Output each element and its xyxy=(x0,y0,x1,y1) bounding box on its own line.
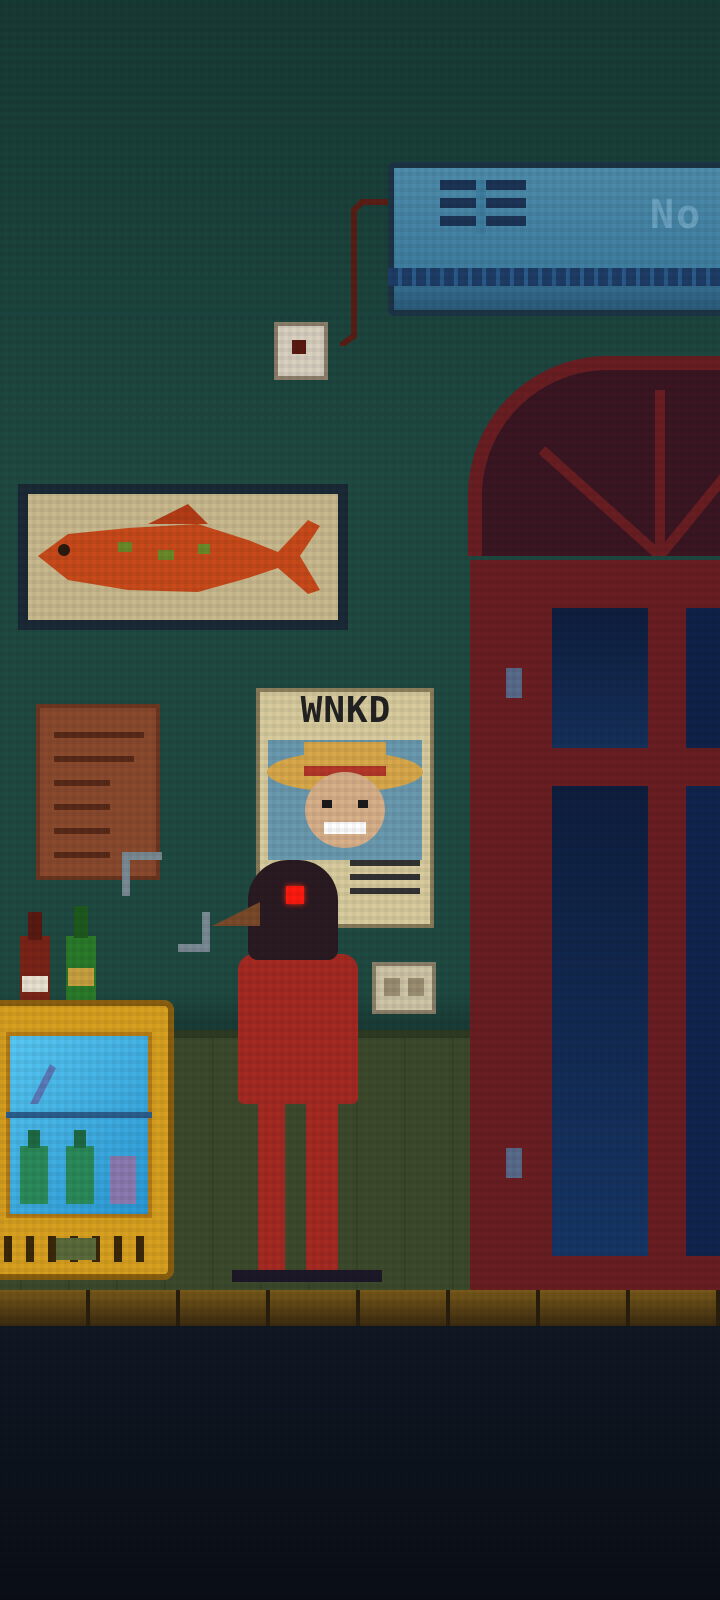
door-hinge xyxy=(506,668,522,698)
door-hinge xyxy=(506,1148,522,1178)
mannequin-stand-base xyxy=(232,1270,382,1282)
ac-vent-icon xyxy=(440,180,526,234)
floor-tiles xyxy=(0,1290,720,1326)
door-arch xyxy=(468,356,720,556)
fridge-shelf xyxy=(6,1112,152,1118)
door-glass-panel xyxy=(686,608,720,748)
door-glass-panel xyxy=(686,786,720,1256)
door-glass-panel xyxy=(552,786,648,1256)
bottle-icon xyxy=(30,1064,56,1104)
power-cable xyxy=(340,199,388,346)
wanted-poster-title: WNKD xyxy=(300,690,392,731)
figure-red-eye xyxy=(286,886,304,904)
wall-socket-icon[interactable] xyxy=(274,322,328,380)
ac-brand-label: No xyxy=(650,192,703,238)
figure-legs xyxy=(258,1100,338,1270)
door-glass-panel xyxy=(552,608,648,748)
bottle-icon xyxy=(20,1130,136,1204)
fish-painting-icon[interactable] xyxy=(18,484,348,630)
air-conditioner-icon[interactable] xyxy=(388,162,720,316)
game-scene[interactable]: No WNKD xyxy=(0,0,720,1600)
selection-cursor-icon xyxy=(122,852,210,952)
bottle-icon[interactable] xyxy=(8,906,108,1006)
plague-doctor-figure-icon[interactable] xyxy=(248,860,338,960)
ac-grill xyxy=(388,268,720,286)
dark-basement-area xyxy=(0,1326,720,1600)
figure-body xyxy=(238,954,358,1104)
fridge-vent xyxy=(4,1236,154,1262)
light-switch-icon[interactable] xyxy=(372,962,436,1014)
